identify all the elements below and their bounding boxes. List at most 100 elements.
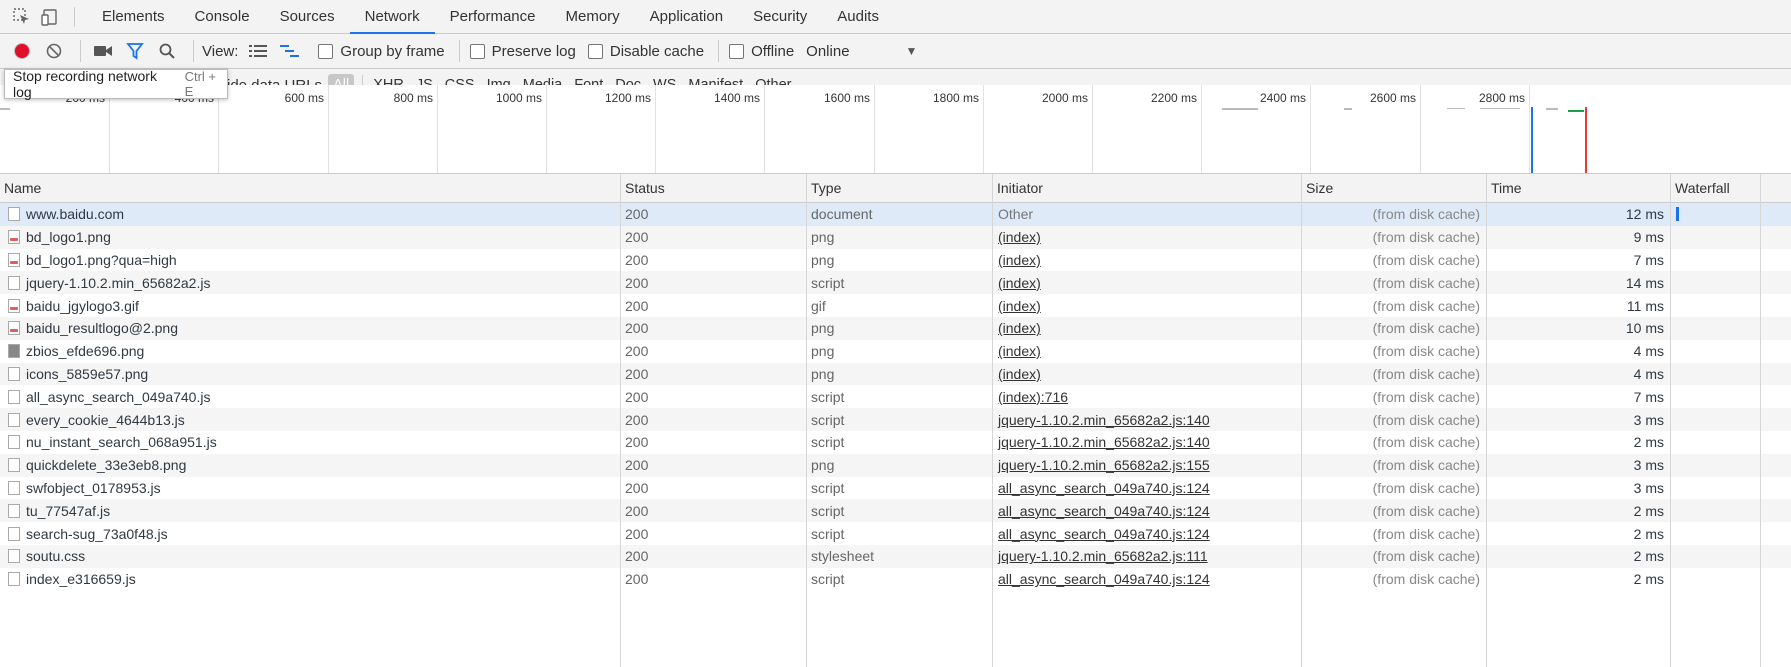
table-row[interactable]: index_e316659.js 200 script all_async_searc… [0, 568, 1791, 591]
preserve-log-checkbox[interactable] [469, 43, 485, 59]
tab-network[interactable]: Network [349, 0, 435, 34]
offline-checkbox[interactable] [729, 43, 745, 59]
network-overview[interactable]: 200 ms400 ms600 ms800 ms1000 ms1200 ms14… [0, 85, 1791, 174]
column-header-status[interactable]: Status [621, 174, 810, 202]
tab-console[interactable]: Console [180, 0, 265, 33]
column-header-time[interactable]: Time [1487, 174, 1674, 202]
table-row[interactable]: jquery-1.10.2.min_65682a2.js 200 script (in… [0, 271, 1791, 295]
initiator-link[interactable]: all_async_search_049a740.js:124 [998, 571, 1210, 587]
request-name-cell[interactable]: baidu_jgylogo3.gif [0, 294, 620, 317]
inspect-element-icon[interactable] [10, 5, 34, 29]
request-name-cell[interactable]: jquery-1.10.2.min_65682a2.js [0, 271, 620, 294]
overview-tick-label: 1200 ms [604, 91, 651, 105]
offline-label: Offline [751, 42, 795, 60]
initiator-link[interactable]: all_async_search_049a740.js:124 [998, 480, 1210, 496]
column-header-waterfall[interactable]: Waterfall [1671, 174, 1791, 202]
initiator-cell: all_async_search_049a740.js:124 [993, 499, 1301, 522]
tab-audits[interactable]: Audits [822, 0, 894, 33]
tab-security[interactable]: Security [738, 0, 822, 33]
table-row[interactable]: zbios_efde696.png 200 png (index) (from disk… [0, 340, 1791, 363]
time-cell: 2 ms [1633, 571, 1664, 588]
initiator-link[interactable]: (index) [998, 320, 1041, 336]
table-row[interactable]: soutu.css 200 stylesheet jquery-1.10.2.min_… [0, 544, 1791, 568]
table-row[interactable]: baidu_resultlogo@2.png 200 png (index) (from… [0, 316, 1791, 340]
size-cell: (from disk cache) [1372, 365, 1480, 382]
request-name-cell[interactable]: all_async_search_049a740.js [0, 385, 620, 408]
initiator-link[interactable]: jquery-1.10.2.min_65682a2.js:140 [998, 412, 1210, 428]
group-by-frame-checkbox[interactable] [318, 43, 334, 59]
throttle-select[interactable]: Online ▼ [806, 43, 917, 60]
request-name-cell[interactable]: swfobject_0178953.js [0, 477, 620, 500]
initiator-cell: Other [998, 206, 1034, 223]
table-row[interactable]: bd_logo1.png?qua=high 200 png (index) (from … [0, 249, 1791, 272]
waterfall-view-icon[interactable] [276, 37, 304, 65]
request-name-cell[interactable]: search-sug_73a0f48.js [0, 522, 620, 545]
table-row[interactable]: baidu_jgylogo3.gif 200 gif (index) (from dis… [0, 294, 1791, 317]
table-row[interactable]: search-sug_73a0f48.js 200 script all_async_… [0, 522, 1791, 545]
initiator-link[interactable]: all_async_search_049a740.js:124 [998, 526, 1210, 542]
tab-performance[interactable]: Performance [435, 0, 551, 33]
disable-cache-checkbox[interactable] [587, 43, 603, 59]
table-row[interactable]: every_cookie_4644b13.js 200 script jquery-1… [0, 408, 1791, 431]
request-name-cell[interactable]: zbios_efde696.png [0, 340, 620, 363]
request-name-cell[interactable]: tu_77547af.js [0, 499, 620, 522]
column-header-size[interactable]: Size [1302, 174, 1490, 202]
initiator-link[interactable]: (index) [998, 343, 1041, 359]
column-divider [992, 174, 993, 667]
status-cell: 200 [625, 411, 649, 428]
table-row[interactable]: nu_instant_search_068a951.js 200 script jqu… [0, 431, 1791, 454]
request-name: icons_5859e57.png [26, 365, 149, 382]
tab-sources[interactable]: Sources [265, 0, 350, 33]
request-name-cell[interactable]: icons_5859e57.png [0, 363, 620, 386]
table-row[interactable]: icons_5859e57.png 200 png (index) (from disk… [0, 362, 1791, 386]
request-name-cell[interactable]: www.baidu.com [0, 203, 620, 226]
request-name-cell[interactable]: soutu.css [0, 545, 620, 568]
initiator-link[interactable]: (index) [998, 298, 1041, 314]
request-name-cell[interactable]: bd_logo1.png [0, 226, 620, 249]
request-name-cell[interactable]: baidu_resultlogo@2.png [0, 317, 620, 340]
overview-gridline [1310, 85, 1311, 173]
initiator-link[interactable]: jquery-1.10.2.min_65682a2.js:111 [998, 548, 1208, 564]
column-header-initiator[interactable]: Initiator [993, 174, 1305, 202]
column-header-name[interactable]: Name [0, 174, 624, 202]
request-name-cell[interactable]: every_cookie_4644b13.js [0, 408, 620, 431]
time-cell: 14 ms [1625, 274, 1664, 291]
record-tooltip: Stop recording network log Ctrl + E [4, 68, 228, 100]
request-name-cell[interactable]: quickdelete_33e3eb8.png [0, 454, 620, 477]
initiator-cell: (index) [993, 226, 1301, 249]
table-row[interactable]: bd_logo1.png 200 png (index) (from disk cach… [0, 225, 1791, 249]
tab-application[interactable]: Application [635, 0, 738, 33]
search-button[interactable] [153, 37, 181, 65]
domcontentloaded-line [1531, 107, 1533, 173]
initiator-link[interactable]: all_async_search_049a740.js:124 [998, 503, 1210, 519]
request-name-cell[interactable]: index_e316659.js [0, 568, 620, 591]
throttle-value: Online [806, 42, 850, 60]
initiator-link[interactable]: (index) [998, 229, 1041, 245]
clear-button[interactable] [40, 37, 68, 65]
capture-screenshots-button[interactable] [89, 37, 117, 65]
initiator-cell: (index) [993, 294, 1301, 317]
request-name-cell[interactable]: nu_instant_search_068a951.js [0, 431, 620, 454]
table-row[interactable]: swfobject_0178953.js 200 script all_async_s… [0, 477, 1791, 500]
initiator-link[interactable]: (index) [998, 252, 1041, 268]
table-row[interactable]: www.baidu.com 200 document Other (from disk … [0, 203, 1791, 226]
table-row[interactable]: quickdelete_33e3eb8.png 200 png jquery-1.10… [0, 453, 1791, 477]
device-toolbar-icon[interactable] [38, 5, 62, 29]
type-cell: gif [811, 297, 826, 314]
filter-button[interactable] [121, 37, 149, 65]
initiator-link[interactable]: (index) [998, 366, 1041, 382]
initiator-link[interactable]: (index):716 [998, 389, 1068, 405]
type-cell: script [811, 434, 845, 451]
initiator-link[interactable]: (index) [998, 275, 1041, 291]
initiator-link[interactable]: jquery-1.10.2.min_65682a2.js:140 [998, 434, 1210, 450]
table-row[interactable]: all_async_search_049a740.js 200 script (ind… [0, 385, 1791, 408]
initiator-link[interactable]: jquery-1.10.2.min_65682a2.js:155 [998, 457, 1210, 473]
column-header-type[interactable]: Type [807, 174, 996, 202]
record-button[interactable] [8, 37, 36, 65]
request-name-cell[interactable]: bd_logo1.png?qua=high [0, 249, 620, 272]
request-name: bd_logo1.png [26, 229, 111, 246]
large-rows-icon[interactable] [244, 37, 272, 65]
tab-elements[interactable]: Elements [87, 0, 180, 33]
tab-memory[interactable]: Memory [551, 0, 635, 33]
table-row[interactable]: tu_77547af.js 200 script all_async_search_0… [0, 499, 1791, 523]
